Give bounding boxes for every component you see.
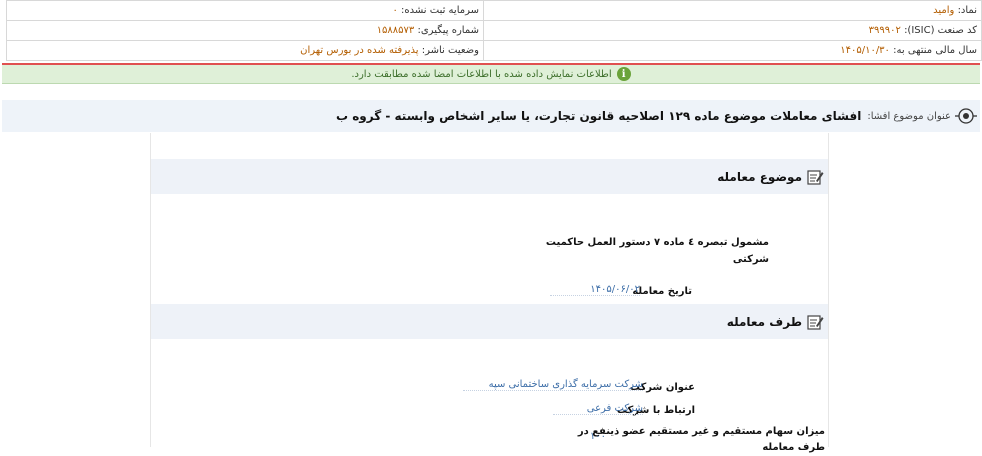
isic-value: ۳۹۹۹۰۲ xyxy=(868,25,901,36)
fiscal-year-label: سال مالی منتهی به: xyxy=(893,45,977,56)
counterparty-title: طرف معامله xyxy=(726,314,802,329)
relationship-value: شرکت فرعی xyxy=(553,403,643,415)
signature-notice-text: اطلاعات نمایش داده شده با اطلاعات امضا ش… xyxy=(351,68,612,80)
unregistered-capital-value: ۰ xyxy=(392,5,398,16)
ownership-label-line2: طرف معامله xyxy=(762,442,825,453)
publisher-status-cell: وضعیت ناشر: پذیرفته شده در بورس تهران xyxy=(6,40,484,61)
unregistered-capital-cell: سرمایه ثبت نشده: ۰ xyxy=(6,0,484,21)
transaction-date-label: تاریخ معامله xyxy=(632,286,692,297)
company-info-table: نماد: وامید سرمایه ثبت نشده: ۰ کد صنعت (… xyxy=(6,0,982,61)
fiscal-year-value: ۱۴۰۵/۱۰/۳۰ xyxy=(840,45,890,56)
isic-label: کد صنعت (ISIC): xyxy=(904,25,977,36)
info-icon: i xyxy=(616,67,631,81)
subject-title: افشای معاملات موضوع ماده ۱۲۹ اصلاحیه قان… xyxy=(335,109,862,123)
info-row-3: سال مالی منتهی به: ۱۴۰۵/۱۰/۳۰ وضعیت ناشر… xyxy=(6,40,982,61)
company-title-value: شرکت سرمایه گذاری ساختمانی سپه xyxy=(463,379,643,391)
edit-note-icon xyxy=(807,314,824,330)
tracking-value: ۱۵۸۸۵۷۳ xyxy=(376,25,415,36)
target-icon xyxy=(955,108,977,124)
fiscal-year-cell: سال مالی منتهی به: ۱۴۰۵/۱۰/۳۰ xyxy=(483,40,982,61)
transaction-description: مشمول تبصره ٤ ماده ٧ دستور العمل حاکمیت … xyxy=(529,234,769,268)
ownership-label-line1: میزان سهام مستقیم و غیر مستقیم عضو ذینفع… xyxy=(577,426,825,437)
transaction-subject-header: موضوع معامله xyxy=(151,159,828,194)
info-row-2: کد صنعت (ISIC): ۳۹۹۹۰۲ شماره پیگیری: ۱۵۸… xyxy=(6,20,982,41)
transaction-date-value: ۱۴۰۵/۰۶/۰۲ xyxy=(550,284,640,296)
ownership-label: میزان سهام مستقیم و غیر مستقیم عضو ذینفع… xyxy=(575,424,825,456)
report-panel: موضوع معامله مشمول تبصره ٤ ماده ٧ دستور … xyxy=(150,133,829,453)
signature-notice-bar: i اطلاعات نمایش داده شده با اطلاعات امضا… xyxy=(2,63,980,84)
edit-note-icon xyxy=(807,169,824,185)
symbol-cell: نماد: وامید xyxy=(483,0,982,21)
unregistered-capital-label: سرمایه ثبت نشده: xyxy=(401,5,479,16)
symbol-value: وامید xyxy=(933,5,955,16)
symbol-label: نماد: xyxy=(957,5,977,16)
subject-label: عنوان موضوع افشا: xyxy=(867,110,951,122)
disclosure-subject-bar: عنوان موضوع افشا: افشای معاملات موضوع ما… xyxy=(2,100,980,132)
transaction-description-line2: شرکتی xyxy=(732,254,769,265)
tracking-label: شماره پیگیری: xyxy=(417,25,479,36)
publisher-status-value: پذیرفته شده در بورس تهران xyxy=(300,45,419,56)
counterparty-header: طرف معامله xyxy=(151,304,828,339)
tracking-cell: شماره پیگیری: ۱۵۸۸۵۷۳ xyxy=(6,20,484,41)
transaction-subject-title: موضوع معامله xyxy=(717,169,802,184)
transaction-description-line1: مشمول تبصره ٤ ماده ٧ دستور العمل حاکمیت xyxy=(545,237,769,248)
ownership-value: ۱۰۰ xyxy=(589,431,606,442)
isic-cell: کد صنعت (ISIC): ۳۹۹۹۰۲ xyxy=(483,20,982,41)
publisher-status-label: وضعیت ناشر: xyxy=(421,45,479,56)
info-row-1: نماد: وامید سرمایه ثبت نشده: ۰ xyxy=(6,0,982,21)
